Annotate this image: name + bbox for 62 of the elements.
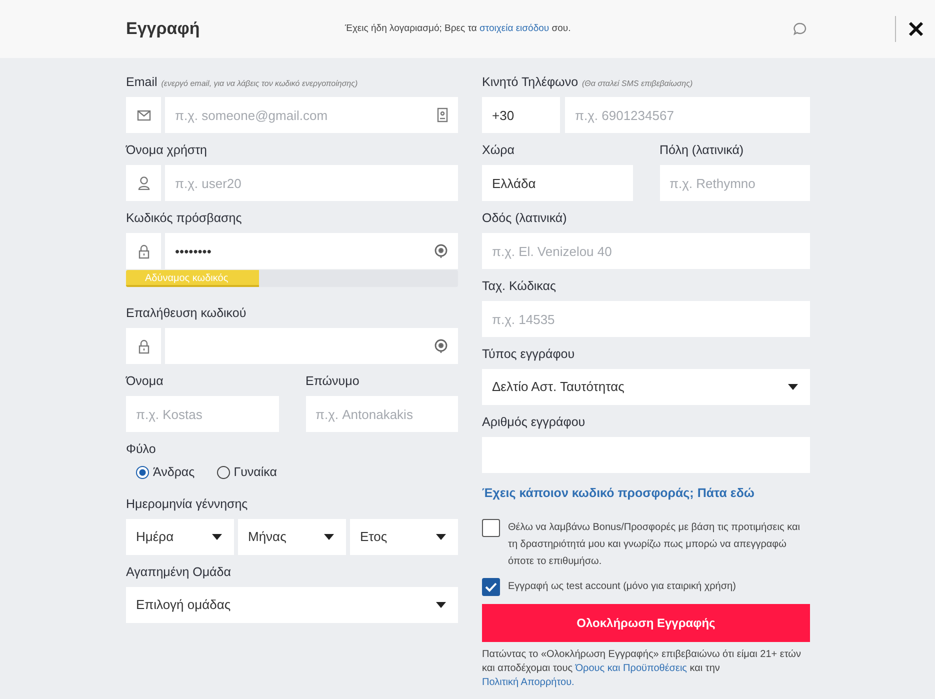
checkbox[interactable] xyxy=(482,578,500,596)
text-field[interactable]: π.χ. Kostas xyxy=(126,396,278,432)
field-label: Επαλήθευση κωδικού xyxy=(126,305,246,322)
lock-icon xyxy=(138,244,150,258)
field-label: Email xyxy=(126,75,158,89)
text-field[interactable]: π.χ. 14535 xyxy=(482,301,810,337)
checkbox-label: Εγγραφή ως test account (μόνο για εταιρική χρήση) xyxy=(508,580,736,594)
field-label: Χώρα xyxy=(482,142,514,159)
caret-icon xyxy=(436,534,446,540)
page-title: Εγγραφή xyxy=(126,18,201,40)
dropdown[interactable]: Επιλογή ομάδας xyxy=(126,587,458,623)
field-label: Φύλο xyxy=(126,441,156,458)
hint-text: (Θα σταλεί SMS επιβεβαίωσης) xyxy=(582,79,693,88)
field-label: Ημερομηνία γέννησης xyxy=(126,496,248,513)
chat-icon[interactable] xyxy=(793,22,807,36)
username-field[interactable]: π.χ. user20 xyxy=(165,165,458,201)
field-label: Όνομα xyxy=(126,373,164,390)
radio-option[interactable]: Γυναίκα xyxy=(216,464,277,480)
field-label: Αριθμός εγγράφου xyxy=(482,414,586,431)
field-label: Κωδικός πρόσβασης xyxy=(126,210,242,227)
field-label: Ταχ. Κώδικας xyxy=(482,278,556,295)
caret-icon xyxy=(788,384,798,390)
caret-icon xyxy=(212,534,222,540)
person-icon xyxy=(138,176,150,190)
terms-text: Πατώντας το «Ολοκλήρωση Εγγραφής» επιβεβαιώνω ότι είμαι 21+ ετών και αποδέχομαι τους Όρους και Προϋποθέσεις και την Πολιτική Απορρήτου. xyxy=(482,648,802,690)
field-label: Αγαπημένη Ομάδα xyxy=(126,564,231,581)
phone-field[interactable]: π.χ. 6901234567 xyxy=(565,97,810,133)
field-label: Κινητό Τηλέφωνο xyxy=(482,75,578,89)
promo-link[interactable]: Έχεις κάποιον κωδικό προσφοράς; Πάτα εδώ xyxy=(482,484,754,502)
dropdown[interactable]: Μήνας xyxy=(238,519,346,555)
password-field[interactable] xyxy=(165,328,458,364)
envelope-icon xyxy=(136,110,150,120)
text-field[interactable]: π.χ. El. Venizelou 40 xyxy=(482,233,810,269)
email-field[interactable]: π.χ. someone@gmail.com xyxy=(165,97,458,133)
field-label: Όνομα χρήστη xyxy=(126,142,208,159)
field-label: Οδός (λατινικά) xyxy=(482,210,567,227)
password-field[interactable]: •••••••• xyxy=(165,233,458,269)
terms-link[interactable]: Πολιτική Απορρήτου. xyxy=(482,677,574,688)
checkbox[interactable] xyxy=(482,519,500,537)
checkbox-label: Θέλω να λαμβάνω Bonus/Προσφορές με βάση τις προτιμήσεις και τη δραστηριότητά μου και γνωρίζω πως μπορώ να απεγγραφώ όποτε το επιθυμήσω. xyxy=(508,521,801,569)
dropdown[interactable]: Ετος xyxy=(350,519,458,555)
submit-button[interactable]: Ολοκλήρωση Εγγραφής xyxy=(482,604,810,642)
caret-icon xyxy=(436,602,446,608)
login-prompt: Έχεις ήδη λογαριασμό; Βρες τα στοιχεία εισόδου σου. xyxy=(345,22,571,36)
field-label: Επώνυμο xyxy=(306,373,360,390)
close-icon[interactable] xyxy=(908,21,924,37)
id-card-icon xyxy=(437,108,448,122)
field-label: Τύπος εγγράφου xyxy=(482,346,575,363)
dropdown[interactable]: Ημέρα xyxy=(126,519,234,555)
text-field[interactable]: π.χ. Rethymno xyxy=(660,165,810,201)
terms-link[interactable]: Όρους και Προϋποθέσεις xyxy=(575,663,687,674)
field-label: Πόλη (λατινικά) xyxy=(660,142,744,159)
hint-text: (ενεργό email, για να λάβεις τον κωδικό ενεργοποίησης) xyxy=(161,79,358,88)
login-link[interactable]: στοιχεία εισόδου xyxy=(479,22,550,34)
dropdown[interactable]: Δελτίο Αστ. Ταυτότητας xyxy=(482,369,810,405)
caret-icon xyxy=(324,534,334,540)
text-field[interactable]: Ελλάδα xyxy=(482,165,632,201)
lock-icon xyxy=(138,338,150,354)
strength-bar: Αδύναμος κωδικός xyxy=(126,270,259,287)
phone-prefix-field[interactable]: +30 xyxy=(482,97,560,133)
radio-option[interactable]: Άνδρας xyxy=(136,464,195,480)
text-field[interactable]: π.χ. Antonakakis xyxy=(306,396,458,432)
